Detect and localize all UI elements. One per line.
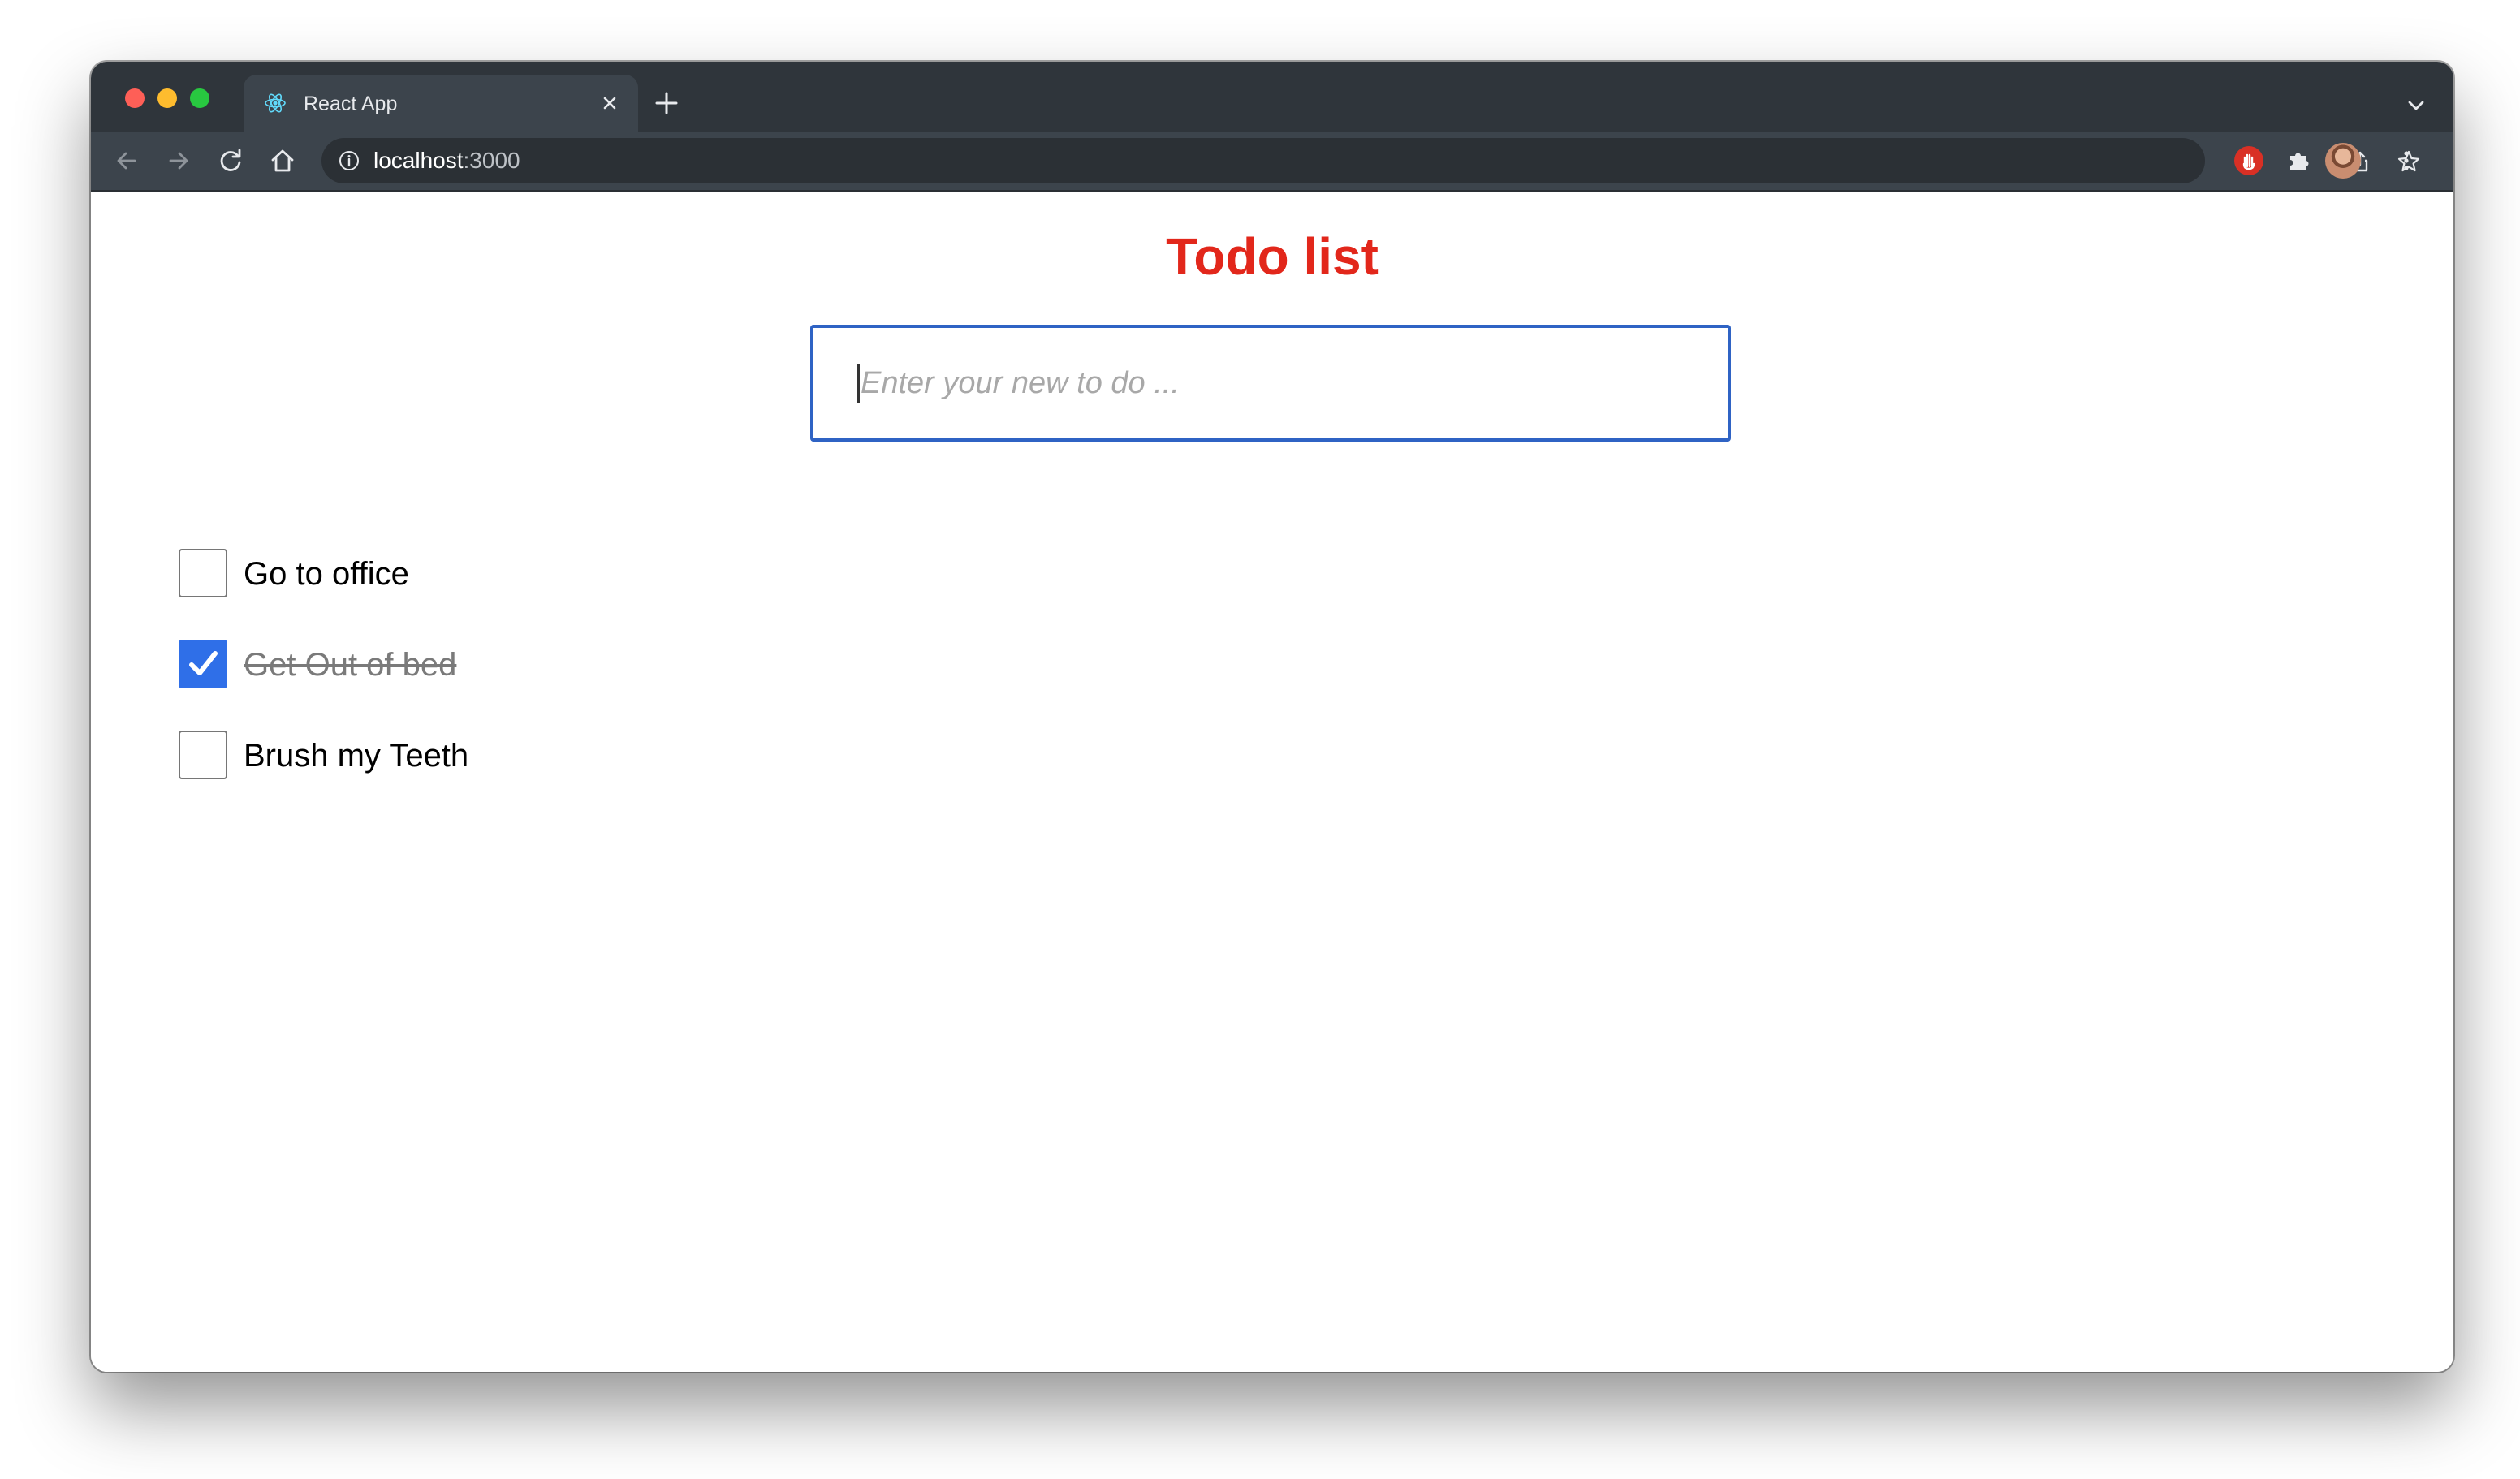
browser-toolbar: localhost:3000 bbox=[91, 132, 2453, 192]
reload-icon[interactable] bbox=[216, 146, 245, 175]
profile-avatar[interactable] bbox=[2325, 143, 2361, 179]
todo-checkbox-checked[interactable] bbox=[179, 640, 227, 688]
home-icon[interactable] bbox=[268, 146, 297, 175]
close-window-button[interactable] bbox=[125, 88, 145, 108]
browser-tab-active[interactable]: React App bbox=[244, 75, 638, 132]
url-text: localhost:3000 bbox=[373, 149, 520, 173]
minimize-window-button[interactable] bbox=[158, 88, 177, 108]
page-viewport: Todo list Go to office Get Out of bed Br… bbox=[91, 192, 2453, 1372]
address-bar[interactable]: localhost:3000 bbox=[321, 138, 2420, 183]
todo-label[interactable]: Brush my Teeth bbox=[244, 737, 468, 774]
back-arrow-icon[interactable] bbox=[112, 146, 141, 175]
new-tab-plus-icon[interactable] bbox=[653, 89, 680, 117]
todo-checkbox[interactable] bbox=[179, 731, 227, 779]
tab-strip: React App bbox=[91, 62, 2453, 132]
close-tab-icon[interactable] bbox=[599, 93, 620, 114]
tab-title: React App bbox=[304, 93, 398, 115]
tab-search-chevron-down-icon[interactable] bbox=[2405, 94, 2427, 117]
extension-puzzle-icon[interactable] bbox=[2285, 146, 2314, 175]
url-port: :3000 bbox=[463, 148, 520, 173]
todo-checkbox[interactable] bbox=[179, 549, 227, 597]
info-icon[interactable] bbox=[338, 149, 360, 172]
url-host: localhost bbox=[373, 148, 464, 173]
forward-arrow-icon[interactable] bbox=[164, 146, 193, 175]
text-caret bbox=[857, 364, 860, 403]
browser-window: React App localhost:3000 Todo list Enter… bbox=[91, 62, 2453, 1372]
todo-label[interactable]: Get Out of bed bbox=[244, 646, 456, 683]
react-logo-icon bbox=[263, 91, 287, 115]
todo-label[interactable]: Go to office bbox=[244, 555, 409, 593]
page-title: Todo list bbox=[1166, 227, 1379, 286]
kebab-menu-icon[interactable] bbox=[2392, 146, 2421, 175]
maximize-window-button[interactable] bbox=[190, 88, 209, 108]
new-todo-input[interactable] bbox=[810, 325, 1731, 442]
extension-adblock-icon[interactable] bbox=[2234, 146, 2263, 175]
